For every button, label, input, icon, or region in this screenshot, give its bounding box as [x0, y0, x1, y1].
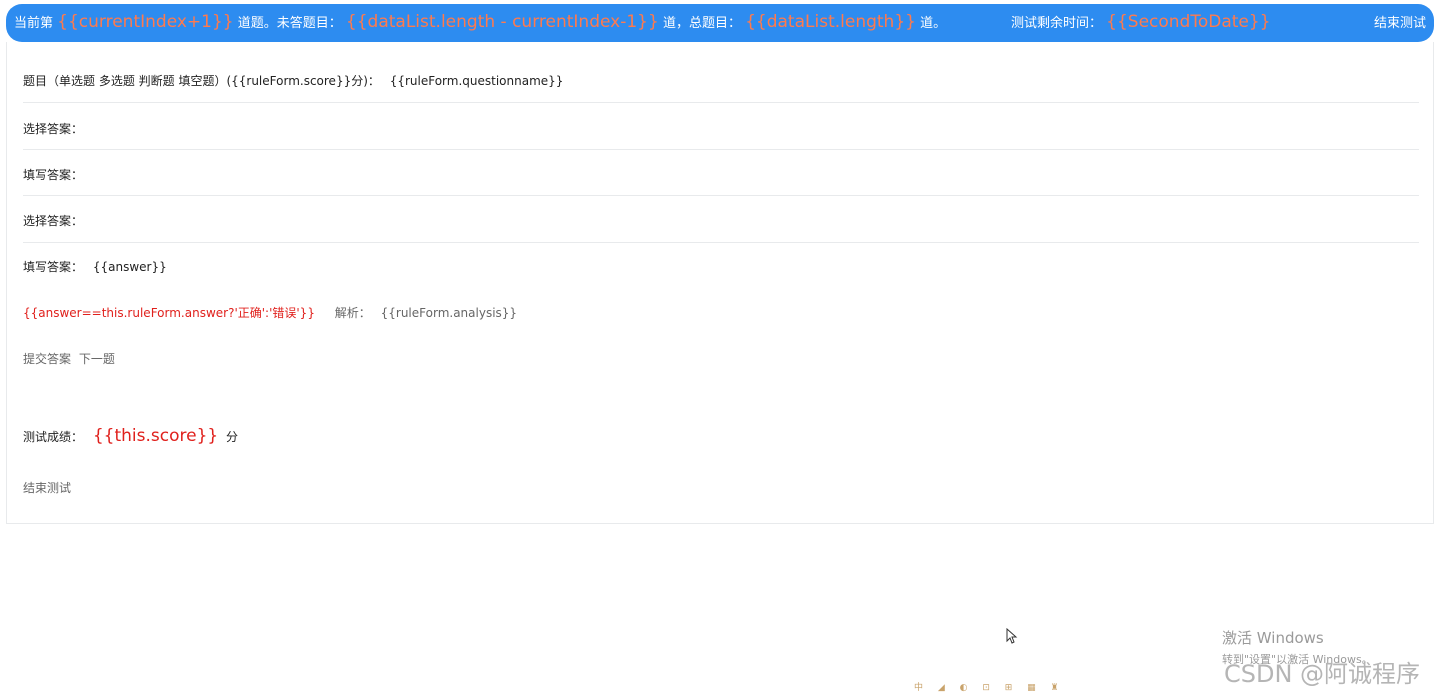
end-test-link[interactable]: 结束测试: [23, 479, 71, 496]
analysis-value: {{ruleForm.analysis}}: [380, 306, 518, 320]
answer-value: {{answer}}: [92, 260, 167, 274]
answer-label: 选择答案：: [23, 214, 84, 228]
score-row: 测试成绩： {{this.score}} 分: [23, 426, 1419, 452]
score-unit: 分: [226, 430, 239, 444]
total-count: {{dataList.length}}: [745, 12, 916, 32]
progress-suffix: 道。: [920, 16, 947, 31]
question-row: 题目（单选题 多选题 判断题 填空题）({{ruleForm.score}}分)…: [23, 42, 1419, 103]
mouse-cursor-icon: [1006, 628, 1018, 644]
answer-label: 填写答案：: [23, 168, 84, 182]
question-name: {{ruleForm.questionname}}: [389, 74, 564, 88]
answer-row-fill-2: 填写答案： {{answer}}: [23, 258, 1419, 278]
answer-label: 填写答案：: [23, 260, 84, 274]
score-label: 测试成绩：: [23, 430, 84, 444]
progress-summary: 当前第 {{currentIndex+1}} 道题。未答题目： {{dataLi…: [14, 12, 946, 32]
exam-header-bar: 当前第 {{currentIndex+1}} 道题。未答题目： {{dataLi…: [6, 4, 1434, 42]
watermark-title: 激活 Windows: [1222, 629, 1324, 647]
next-question-button[interactable]: 下一题: [79, 350, 115, 367]
ime-toolbar-icons: 中 ◢ ◐ ⊡ ⊞ ▦ ♜ ⚙: [914, 683, 1070, 693]
progress-mid1: 道题。未答题目：: [237, 16, 342, 31]
score-value: {{this.score}}: [92, 426, 219, 446]
verdict-text: {{answer==this.ruleForm.answer?'正确':'错误'…: [23, 306, 315, 320]
progress-prefix: 当前第: [14, 16, 54, 31]
answer-row-fill-1: 填写答案：: [23, 149, 1419, 196]
question-card: 题目（单选题 多选题 判断题 填空题）({{ruleForm.score}}分)…: [6, 42, 1434, 524]
end-test-button[interactable]: 结束测试: [1374, 12, 1426, 31]
progress-mid2: 道，总题目：: [662, 16, 741, 31]
page: 当前第 {{currentIndex+1}} 道题。未答题目： {{dataLi…: [0, 0, 1440, 696]
timer-value: {{SecondToDate}}: [1106, 12, 1271, 32]
csdn-watermark: CSDN @阿诚程序: [1224, 660, 1421, 688]
ime-toolbar: 中 ◢ ◐ ⊡ ⊞ ▦ ♜ ⚙: [914, 680, 1070, 696]
question-prefix: 题目（单选题 多选题 判断题 填空题）({{ruleForm.score}}分)…: [23, 74, 380, 88]
answer-row-choice-1: 选择答案：: [23, 102, 1419, 150]
remaining-count: {{dataList.length - currentIndex-1}}: [345, 12, 659, 32]
action-row: 提交答案 下一题: [23, 350, 1419, 370]
answer-label: 选择答案：: [23, 122, 84, 136]
submit-answer-button[interactable]: 提交答案: [23, 350, 71, 367]
answer-row-choice-2: 选择答案：: [23, 195, 1419, 243]
result-row: {{answer==this.ruleForm.answer?'正确':'错误'…: [23, 304, 1419, 324]
timer: 测试剩余时间： {{SecondToDate}}: [1011, 12, 1271, 32]
timer-label: 测试剩余时间：: [1011, 16, 1103, 31]
analysis-label: 解析：: [334, 306, 371, 320]
end-link-row: 结束测试: [23, 479, 1419, 499]
current-index: {{currentIndex+1}}: [57, 12, 234, 32]
